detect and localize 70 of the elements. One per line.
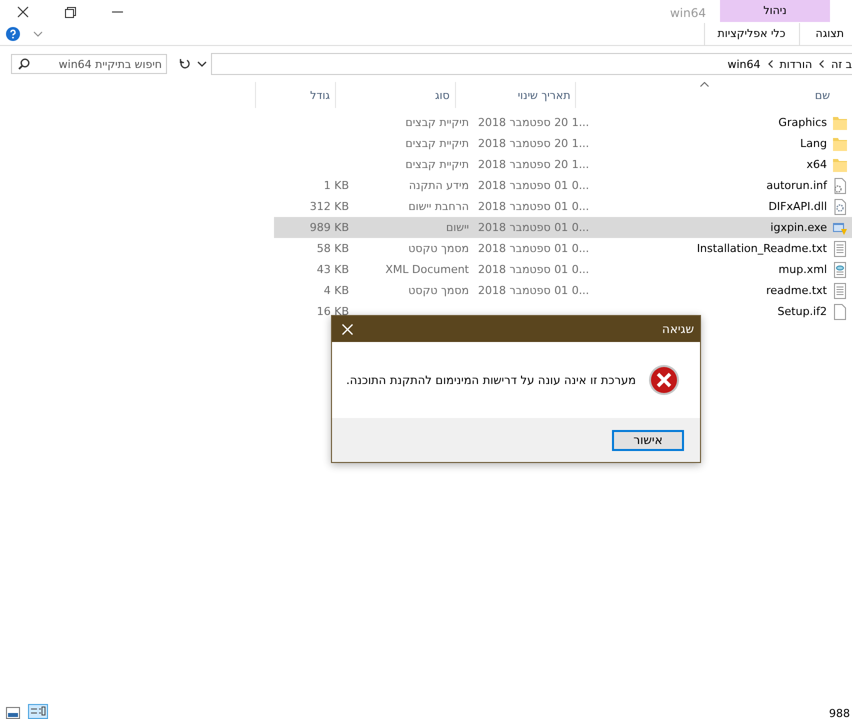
date-cell: ...1 20 ספטמבר 2018 bbox=[478, 158, 590, 171]
type-cell: מידע התקנה bbox=[408, 179, 469, 192]
date-cell: ...0 01 ספטמבר 2018 bbox=[478, 200, 590, 213]
column-header[interactable]: שם bbox=[814, 88, 830, 102]
size-cell: 58 KB bbox=[316, 242, 349, 255]
search-icon bbox=[18, 58, 30, 70]
chevron-down-icon[interactable] bbox=[197, 61, 207, 67]
type-cell: תיקיית קבצים bbox=[405, 137, 469, 150]
folder-icon bbox=[832, 136, 848, 152]
restore-icon[interactable] bbox=[65, 6, 76, 18]
item-count: 988 bbox=[829, 708, 850, 719]
date-cell: ...0 01 ספטמבר 2018 bbox=[478, 179, 590, 192]
size-cell: 4 KB bbox=[324, 284, 349, 297]
close-icon[interactable] bbox=[17, 6, 29, 18]
xml-file-icon bbox=[832, 262, 848, 278]
file-name[interactable]: Lang bbox=[800, 137, 827, 150]
file-name[interactable]: DIFxAPI.dll bbox=[768, 200, 827, 213]
error-message: מערכת זו אינה עונה על דרישות המינימום להתקנת התוכנה. bbox=[346, 373, 636, 387]
type-cell: תיקיית קבצים bbox=[405, 158, 469, 171]
size-cell: 312 KB bbox=[310, 200, 349, 213]
gear-file-icon bbox=[832, 198, 848, 214]
help-icon[interactable] bbox=[6, 26, 20, 40]
minimize-icon[interactable] bbox=[112, 11, 123, 13]
column-header[interactable]: תאריך שינוי bbox=[518, 88, 570, 102]
folder-icon bbox=[832, 114, 848, 130]
type-cell: תיקיית קבצים bbox=[405, 116, 469, 129]
size-cell: 16 KB bbox=[316, 305, 349, 318]
ribbon-tab[interactable]: תצוגה bbox=[808, 22, 852, 44]
type-cell: יישום bbox=[446, 221, 469, 234]
date-cell: ...0 01 ספטמבר 2018 bbox=[478, 284, 590, 297]
type-cell: מסמך טקסט bbox=[408, 242, 469, 255]
gear-file-icon bbox=[832, 178, 848, 194]
text-file-icon bbox=[832, 240, 848, 256]
error-icon bbox=[648, 364, 680, 396]
size-cell: 43 KB bbox=[316, 263, 349, 276]
type-cell: הרחבת יישום bbox=[408, 200, 469, 213]
file-name[interactable]: x64 bbox=[806, 158, 827, 171]
file-name[interactable]: igxpin.exe bbox=[770, 221, 827, 234]
file-name[interactable]: Setup.if2 bbox=[778, 305, 827, 318]
column-header[interactable]: סוג bbox=[435, 88, 450, 102]
chevron-left-icon[interactable] bbox=[768, 60, 773, 68]
search-field[interactable]: חיפוש בתיקיית win64 bbox=[11, 54, 167, 74]
file-name[interactable]: Graphics bbox=[778, 116, 827, 129]
file-name[interactable]: mup.xml bbox=[778, 263, 827, 276]
type-cell: מסמך טקסט bbox=[408, 284, 469, 297]
refresh-icon[interactable] bbox=[179, 58, 191, 70]
file-name[interactable]: readme.txt bbox=[766, 284, 827, 297]
ok-button[interactable]: אישור bbox=[612, 430, 684, 450]
size-cell: 1 KB bbox=[324, 179, 349, 192]
file-name[interactable]: Installation_Readme.txt bbox=[696, 242, 827, 255]
context-tab-group: ניהול bbox=[720, 0, 830, 22]
sort-caret-icon bbox=[700, 82, 710, 87]
date-cell: ...0 01 ספטמבר 2018 bbox=[478, 263, 590, 276]
date-cell: ...0 01 ספטמבר 2018 bbox=[478, 221, 590, 234]
folder-icon bbox=[832, 156, 848, 172]
type-cell: XML Document bbox=[385, 263, 469, 276]
file-icon bbox=[832, 304, 848, 320]
column-header[interactable]: גודל bbox=[310, 88, 330, 102]
details-view-icon[interactable] bbox=[28, 704, 48, 719]
date-cell: ...1 20 ספטמבר 2018 bbox=[478, 116, 590, 129]
ribbon-tab[interactable]: כלי אפליקציות bbox=[704, 22, 800, 44]
dialog-title: שגיאה bbox=[662, 322, 694, 336]
chevron-left-icon[interactable] bbox=[819, 60, 824, 68]
thumbnail-view-icon[interactable] bbox=[6, 707, 20, 719]
window-title: win64 bbox=[670, 5, 706, 20]
text-file-icon bbox=[832, 282, 848, 298]
file-name[interactable]: autorun.inf bbox=[766, 179, 827, 192]
date-cell: ...1 20 ספטמבר 2018 bbox=[478, 137, 590, 150]
size-cell: 989 KB bbox=[310, 221, 349, 234]
date-cell: ...0 01 ספטמבר 2018 bbox=[478, 242, 590, 255]
